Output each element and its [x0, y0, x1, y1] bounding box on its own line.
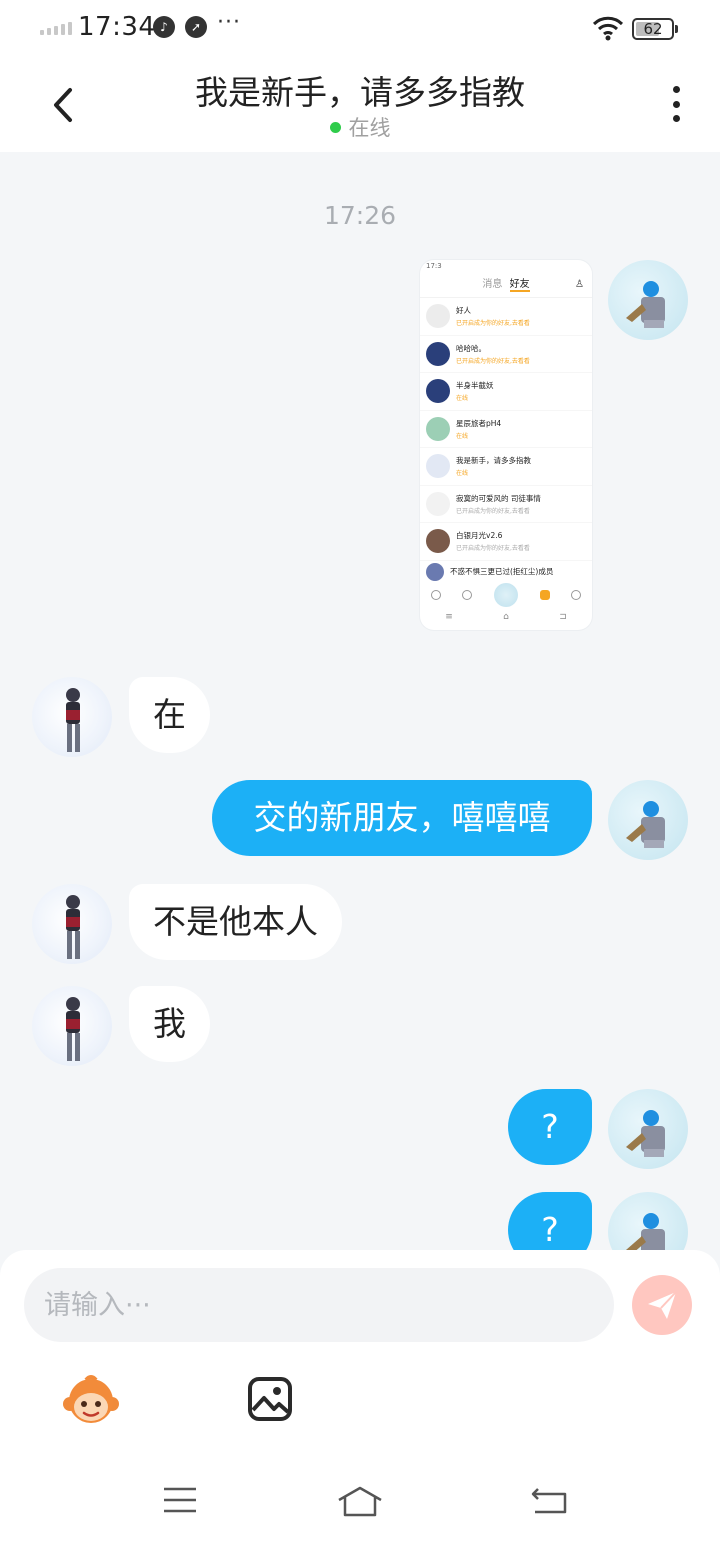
online-status: 在线 [0, 112, 720, 142]
screenshot-contact-name: 哈哈哈。 [456, 343, 486, 353]
screenshot-contact-sub: 在线 [456, 395, 469, 403]
screenshot-nav-icon [462, 590, 473, 600]
image-icon [248, 1377, 292, 1421]
message-bubble-incoming[interactable]: 我 [129, 986, 210, 1062]
screenshot-contact-row: 不惑不惧三更已过(拒红尘)成员 [420, 561, 592, 583]
screenshot-contact-row: 半身半截妖 在线 [420, 373, 592, 411]
screenshot-avatar [426, 562, 444, 581]
message-bubble-outgoing[interactable]: ? [508, 1089, 592, 1165]
send-icon [648, 1291, 677, 1319]
screenshot-contact-row: 白银月光v2.6 已开启成为你的好友,去看看 [420, 523, 592, 561]
screenshot-avatar [426, 416, 450, 441]
screenshot-system-nav: ≡ ⌂ ⊐ [420, 612, 592, 622]
screenshot-contact-sub: 已开启成为你的好友,去看看 [456, 545, 530, 553]
home-icon[interactable] [336, 1484, 384, 1518]
screenshot-contact-row: 星辰旅者pH4 在线 [420, 411, 592, 448]
screenshot-nav-avatar [493, 583, 518, 607]
screenshot-contact-name: 不惑不惧三更已过(拒红尘)成员 [450, 567, 554, 576]
screenshot-menu-icon: ≡ [445, 612, 453, 622]
screenshot-contact-name: 我是新手，请多多指教 [456, 456, 531, 466]
screenshot-contact-row: 我是新手，请多多指教 在线 [420, 448, 592, 486]
online-status-label: 在线 [348, 116, 391, 140]
screenshot-nav-icon [539, 590, 550, 600]
contact-name-title: 我是新手，请多多指教 [195, 73, 525, 112]
message-bubble-incoming[interactable]: 不是他本人 [129, 884, 342, 960]
avatar-figure-icon [66, 997, 80, 1061]
chat-header: 我是新手，请多多指教 在线 [0, 58, 720, 152]
screenshot-tab-messages: 消息 [482, 279, 503, 290]
screenshot-contact-name: 白银月光v2.6 [456, 531, 503, 541]
image-message[interactable]: 17:3 消息 好友 ♙ 好人 已开启成为你的好友,去看看 哈哈哈。 已开启成为你的… [420, 260, 592, 630]
screenshot-avatar [426, 341, 450, 366]
system-navigation-bar [0, 1470, 720, 1534]
contact-avatar[interactable] [32, 986, 112, 1066]
emoji-monkey-icon [63, 1375, 119, 1423]
screenshot-avatar [426, 491, 450, 516]
screenshot-status-bar: 17:3 [426, 262, 442, 270]
more-vertical-icon [672, 86, 680, 93]
status-time: 17:34 [78, 12, 156, 42]
screenshot-contact-sub: 已开启成为你的好友,去看看 [456, 357, 530, 365]
message-bubble-incoming[interactable]: 在 [129, 677, 210, 753]
screenshot-tab-friends: 好友 [509, 279, 530, 292]
screenshot-avatar [426, 454, 450, 479]
avatar-figure-icon [626, 1110, 665, 1157]
message-input[interactable] [24, 1268, 614, 1342]
menu-icon[interactable] [162, 1484, 198, 1516]
compass-notification-icon: ➚ [185, 16, 207, 38]
screenshot-tabs: 消息 好友 ♙ [420, 274, 592, 298]
screenshot-contact-row: 寂寞的可爱风的 司徒事情 已开启成为你的好友,去看看 [420, 486, 592, 523]
contact-avatar[interactable] [32, 884, 112, 964]
avatar-figure-icon [626, 281, 665, 328]
screenshot-back-icon: ⊐ [559, 612, 567, 622]
screenshot-contact-sub: 已开启成为你的好友,去看看 [456, 507, 530, 515]
more-notifications-indicator: ··· [217, 10, 241, 35]
audio-notification-icon: ♪ [153, 16, 175, 38]
message-bubble-outgoing[interactable]: 交的新朋友，嘻嘻嘻 [212, 780, 592, 856]
chat-timestamp: 17:26 [323, 201, 397, 230]
screenshot-contact-name: 好人 [456, 306, 471, 316]
wifi-icon [592, 16, 624, 41]
screenshot-nav-icon [571, 590, 582, 600]
screenshot-contact-sub: 在线 [456, 432, 469, 440]
image-picker-button[interactable] [247, 1376, 293, 1422]
screenshot-contact-sub: 已开启成为你的好友,去看看 [456, 320, 530, 328]
avatar-figure-icon [66, 688, 80, 752]
online-dot [329, 122, 341, 133]
contact-avatar[interactable] [32, 677, 112, 757]
screenshot-home-icon: ⌂ [503, 612, 509, 622]
battery-indicator: 62 [632, 18, 678, 40]
screenshot-bottom-nav [420, 582, 592, 608]
screenshot-avatar [426, 304, 450, 329]
my-avatar[interactable] [608, 1089, 688, 1169]
send-button[interactable] [632, 1275, 692, 1335]
screenshot-avatar [426, 529, 450, 554]
screenshot-contact-sub: 在线 [456, 470, 469, 478]
avatar-figure-icon [626, 801, 665, 848]
screenshot-contact-row: 好人已开启成为你的好友,去看看 [420, 298, 592, 336]
screenshot-contact-row: 哈哈哈。已开启成为你的好友,去看看 [420, 336, 592, 373]
avatar-figure-icon [66, 895, 80, 959]
emoji-button[interactable] [62, 1372, 120, 1430]
screenshot-contact-name: 星辰旅者pH4 [456, 418, 502, 428]
screenshot-add-friend-icon: ♙ [575, 279, 584, 290]
screenshot-contact-name: 半身半截妖 [456, 381, 494, 391]
my-avatar[interactable] [608, 780, 688, 860]
screenshot-avatar [426, 379, 450, 404]
status-bar: 17:34 ♪ ➚ ··· 62 [0, 0, 720, 58]
signal-icon [40, 22, 72, 35]
my-avatar[interactable] [608, 260, 688, 340]
screenshot-nav-icon [430, 590, 441, 600]
more-options-button[interactable] [664, 84, 688, 124]
screenshot-contact-name: 寂寞的可爱风的 司徒事情 [456, 493, 541, 503]
back-nav-icon[interactable] [530, 1484, 568, 1516]
